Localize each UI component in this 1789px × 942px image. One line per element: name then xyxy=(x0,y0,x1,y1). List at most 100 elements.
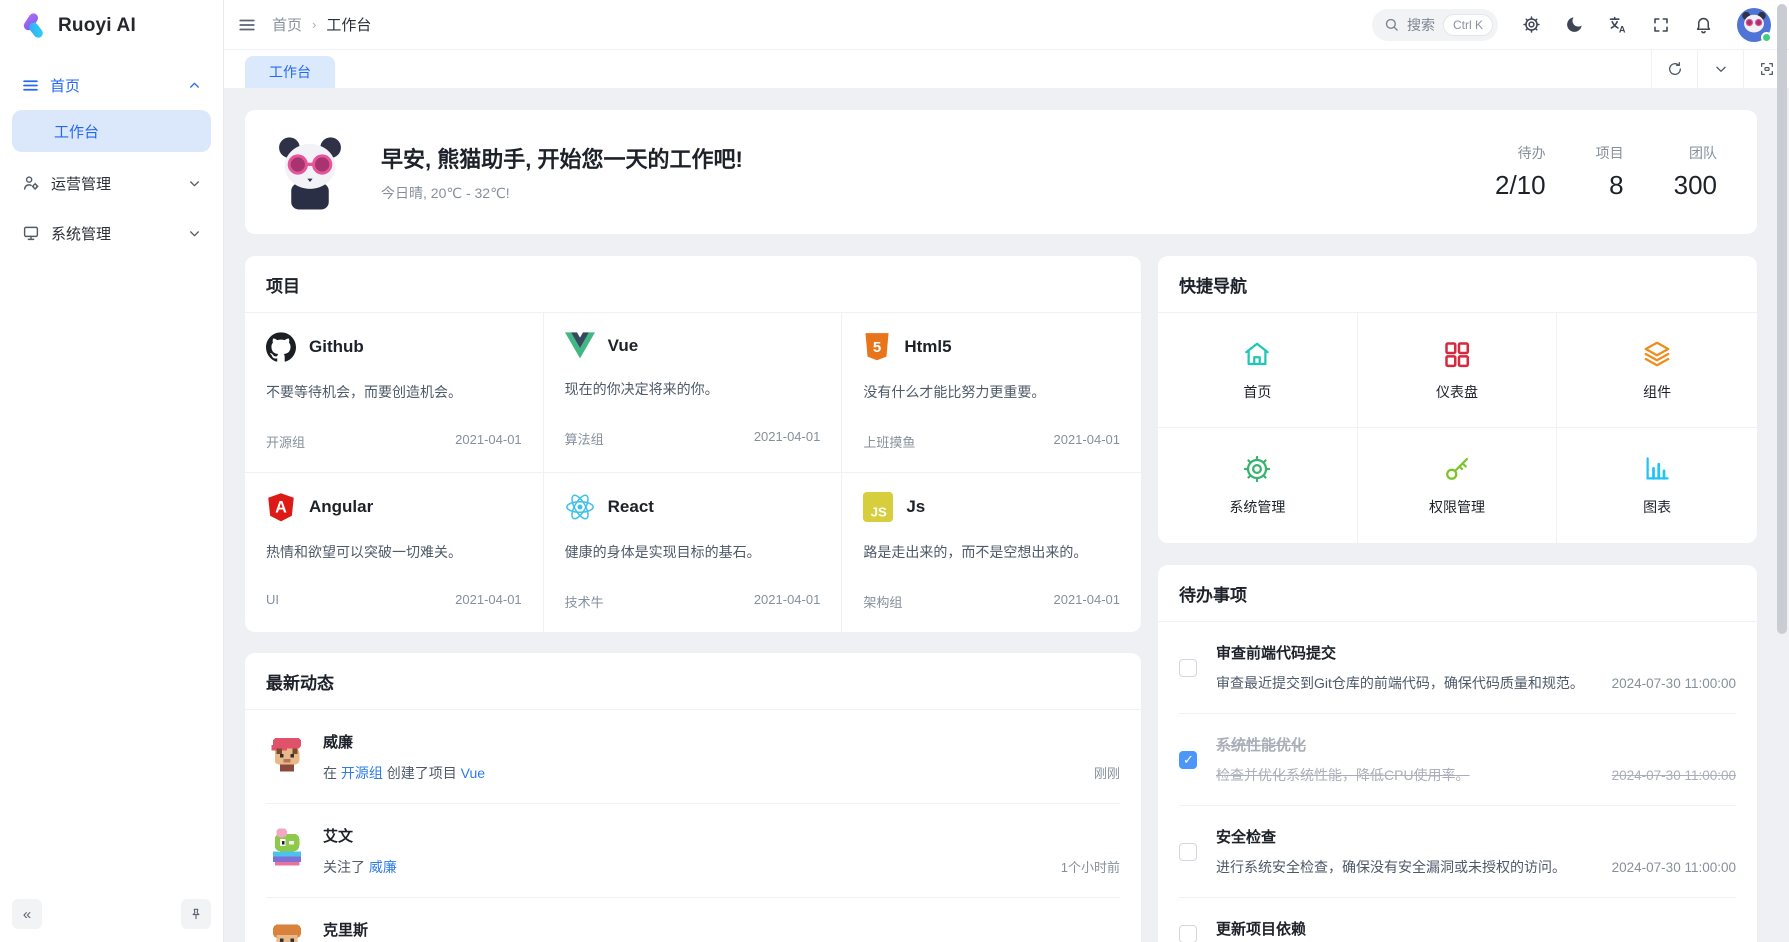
todo-checkbox[interactable] xyxy=(1179,925,1197,942)
projects-panel: 项目 Github 不要等待机会，而要创造机会。 开源组 2021-04-01 … xyxy=(245,256,1141,632)
notifications-button[interactable] xyxy=(1694,15,1713,34)
project-date: 2021-04-01 xyxy=(455,432,522,451)
tab-menu-button[interactable] xyxy=(1697,50,1743,88)
gear-icon xyxy=(1522,15,1541,34)
project-card[interactable]: Vue 现在的你决定将来的你。 算法组 2021-04-01 xyxy=(544,313,843,473)
quick-nav-item[interactable]: 仪表盘 xyxy=(1358,313,1558,428)
refresh-button[interactable] xyxy=(1651,50,1697,88)
activity-user-name: 艾文 xyxy=(323,825,1120,846)
tab-workbench[interactable]: 工作台 xyxy=(245,56,335,88)
quick-nav-item[interactable]: 权限管理 xyxy=(1358,428,1558,543)
sidebar-item-operations[interactable]: 运营管理 xyxy=(12,164,211,202)
stat-label: 待办 xyxy=(1495,143,1546,163)
activity-link[interactable]: Vue xyxy=(461,765,485,781)
project-logo-slot: A xyxy=(266,492,296,522)
project-logo-slot xyxy=(565,332,595,359)
welcome-weather: 今日晴, 20℃ - 32℃! xyxy=(381,183,743,203)
todo-checkbox[interactable] xyxy=(1179,843,1197,861)
project-card[interactable]: React 健康的身体是实现目标的基石。 技术牛 2021-04-01 xyxy=(544,473,843,632)
dark-mode-button[interactable] xyxy=(1565,15,1584,34)
project-card[interactable]: 5 Html5 没有什么才能比努力更重要。 上班摸鱼 2021-04-01 xyxy=(842,313,1141,473)
quick-nav-label: 组件 xyxy=(1643,382,1671,402)
activity-panel-title: 最新动态 xyxy=(245,653,1141,710)
quick-nav-item[interactable]: 首页 xyxy=(1158,313,1358,428)
javascript-logo-icon: JS xyxy=(863,492,893,522)
sidebar-item-home[interactable]: 首页 xyxy=(12,66,211,104)
quick-nav-item[interactable]: 系统管理 xyxy=(1158,428,1358,543)
stat-label: 团队 xyxy=(1674,143,1717,163)
moon-icon xyxy=(1565,15,1584,34)
stat-label: 项目 xyxy=(1596,143,1624,163)
activity-link[interactable]: 开源组 xyxy=(341,765,383,781)
project-name: React xyxy=(608,497,654,517)
todo-checkbox[interactable] xyxy=(1179,659,1197,677)
project-name: Html5 xyxy=(904,337,951,357)
stat-projects: 项目 8 xyxy=(1596,143,1624,201)
react-logo-icon xyxy=(565,492,595,522)
chevron-down-icon xyxy=(1714,62,1728,76)
tab-bar: 工作台 xyxy=(224,50,1789,88)
user-avatar[interactable] xyxy=(1737,8,1771,42)
quick-nav-item[interactable]: 组件 xyxy=(1557,313,1757,428)
project-name: Github xyxy=(309,337,364,357)
pixel-avatar-chris-icon xyxy=(266,919,308,942)
project-card[interactable]: Github 不要等待机会，而要创造机会。 开源组 2021-04-01 xyxy=(245,313,544,473)
activity-time: 刚刚 xyxy=(1094,763,1120,782)
activity-user-name: 威廉 xyxy=(323,731,1120,752)
activity-time: 1个小时前 xyxy=(1061,857,1120,876)
project-name: Angular xyxy=(309,497,373,517)
quick-nav-panel: 快捷导航 首页 仪表盘 组件 系统管理 权限管理 图表 xyxy=(1158,256,1757,543)
breadcrumb: 首页 › 工作台 xyxy=(272,14,371,35)
todo-title: 安全检查 xyxy=(1216,826,1736,847)
search-shortcut-badge: Ctrl K xyxy=(1443,14,1493,36)
todo-description: 进行系统安全检查，确保没有安全漏洞或未授权的访问。 xyxy=(1216,857,1566,877)
quick-nav-item[interactable]: 图表 xyxy=(1557,428,1757,543)
sidebar-item-workbench[interactable]: 工作台 xyxy=(12,110,211,152)
sidebar-menu: 首页 工作台 运营管理 系统管理 xyxy=(0,52,223,894)
user-cog-icon xyxy=(22,174,40,192)
project-group: 上班摸鱼 xyxy=(863,432,915,451)
project-group: 架构组 xyxy=(863,592,902,611)
github-logo-icon xyxy=(266,332,296,362)
project-date: 2021-04-01 xyxy=(754,592,821,611)
project-date: 2021-04-01 xyxy=(1053,432,1120,451)
breadcrumb-home[interactable]: 首页 xyxy=(272,14,302,35)
project-description: 现在的你决定将来的你。 xyxy=(565,379,821,399)
project-card[interactable]: JS Js 路是走出来的，而不是空想出来的。 架构组 2021-04-01 xyxy=(842,473,1141,632)
activity-link[interactable]: 威廉 xyxy=(369,859,397,875)
search-icon xyxy=(1384,17,1399,32)
breadcrumb-current: 工作台 xyxy=(326,14,371,35)
dashboard-icon xyxy=(1442,339,1472,369)
todo-item: 系统性能优化 检查并优化系统性能，降低CPU使用率。 2024-07-30 11… xyxy=(1179,714,1736,806)
layers-icon xyxy=(1642,339,1672,369)
project-name: Vue xyxy=(608,336,639,356)
sidebar-pin-button[interactable] xyxy=(181,899,211,929)
search-input[interactable]: 搜索 Ctrl K xyxy=(1372,9,1498,41)
hamburger-menu-icon[interactable] xyxy=(238,16,256,34)
fullscreen-button[interactable] xyxy=(1652,16,1670,34)
project-logo-slot xyxy=(266,332,296,362)
quick-nav-icon-slot xyxy=(1242,339,1272,369)
todo-checkbox[interactable] xyxy=(1179,751,1197,769)
quick-nav-icon-slot xyxy=(1442,454,1472,484)
key-icon xyxy=(1442,454,1472,484)
quick-nav-panel-title: 快捷导航 xyxy=(1158,256,1757,313)
project-date: 2021-04-01 xyxy=(754,429,821,448)
sidebar-collapse-button[interactable]: « xyxy=(12,899,42,929)
chevron-down-icon xyxy=(188,227,201,240)
page-content: 早安, 熊猫助手, 开始您一天的工作吧! 今日晴, 20℃ - 32℃! 待办 … xyxy=(224,88,1789,942)
todo-title: 审查前端代码提交 xyxy=(1216,642,1736,663)
language-button[interactable]: A xyxy=(1608,15,1628,35)
project-card[interactable]: A Angular 热情和欲望可以突破一切难关。 UI 2021-04-01 xyxy=(245,473,544,632)
tab-actions xyxy=(1651,50,1789,88)
quick-nav-grid: 首页 仪表盘 组件 系统管理 权限管理 图表 xyxy=(1158,313,1757,543)
vertical-scrollbar[interactable] xyxy=(1777,4,1787,634)
settings-button[interactable] xyxy=(1522,15,1541,34)
svg-text:A: A xyxy=(275,499,287,517)
quick-nav-icon-slot xyxy=(1242,454,1272,484)
todo-item: 安全检查 进行系统安全检查，确保没有安全漏洞或未授权的访问。 2024-07-3… xyxy=(1179,806,1736,898)
home-icon xyxy=(1242,339,1272,369)
sidebar-item-system[interactable]: 系统管理 xyxy=(12,214,211,252)
sidebar-item-label: 运营管理 xyxy=(51,173,111,194)
breadcrumb-separator-icon: › xyxy=(312,17,316,32)
